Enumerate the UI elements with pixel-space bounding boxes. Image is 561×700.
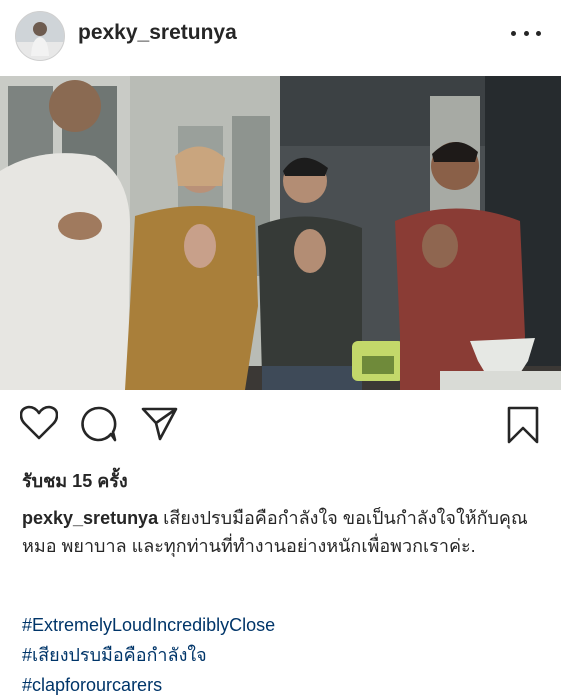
post-header: pexky_sretunya (0, 0, 561, 72)
bookmark-icon[interactable] (506, 405, 540, 445)
view-count: รับชม 15 ครั้ง (22, 471, 128, 491)
action-bar (0, 405, 561, 451)
send-icon[interactable] (140, 405, 178, 443)
comment-icon[interactable] (80, 405, 118, 443)
post-video[interactable] (0, 76, 561, 390)
hashtag-list: #ExtremelyLoudIncrediblyClose #เสียงปรบม… (22, 610, 547, 700)
heart-icon[interactable] (20, 405, 58, 441)
more-horizontal-icon[interactable] (511, 21, 541, 45)
hashtag-link[interactable]: #เสียงปรบมือคือกำลังใจ (22, 640, 547, 670)
hashtag-link[interactable]: #ExtremelyLoudIncrediblyClose (22, 610, 547, 640)
avatar[interactable] (15, 11, 65, 61)
post-caption: pexky_sretunya เสียงปรบมือคือกำลังใจ ขอเ… (22, 504, 547, 560)
caption-username[interactable]: pexky_sretunya (22, 508, 158, 528)
post-username[interactable]: pexky_sretunya (78, 21, 237, 45)
